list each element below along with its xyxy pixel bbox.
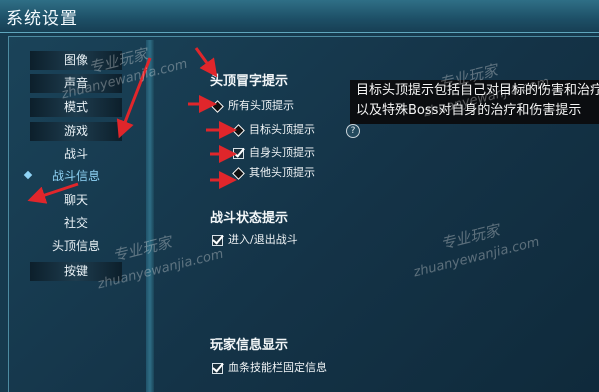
arrow-to-combat-info-icon bbox=[27, 182, 79, 204]
arrow-to-title-icon bbox=[194, 47, 218, 78]
